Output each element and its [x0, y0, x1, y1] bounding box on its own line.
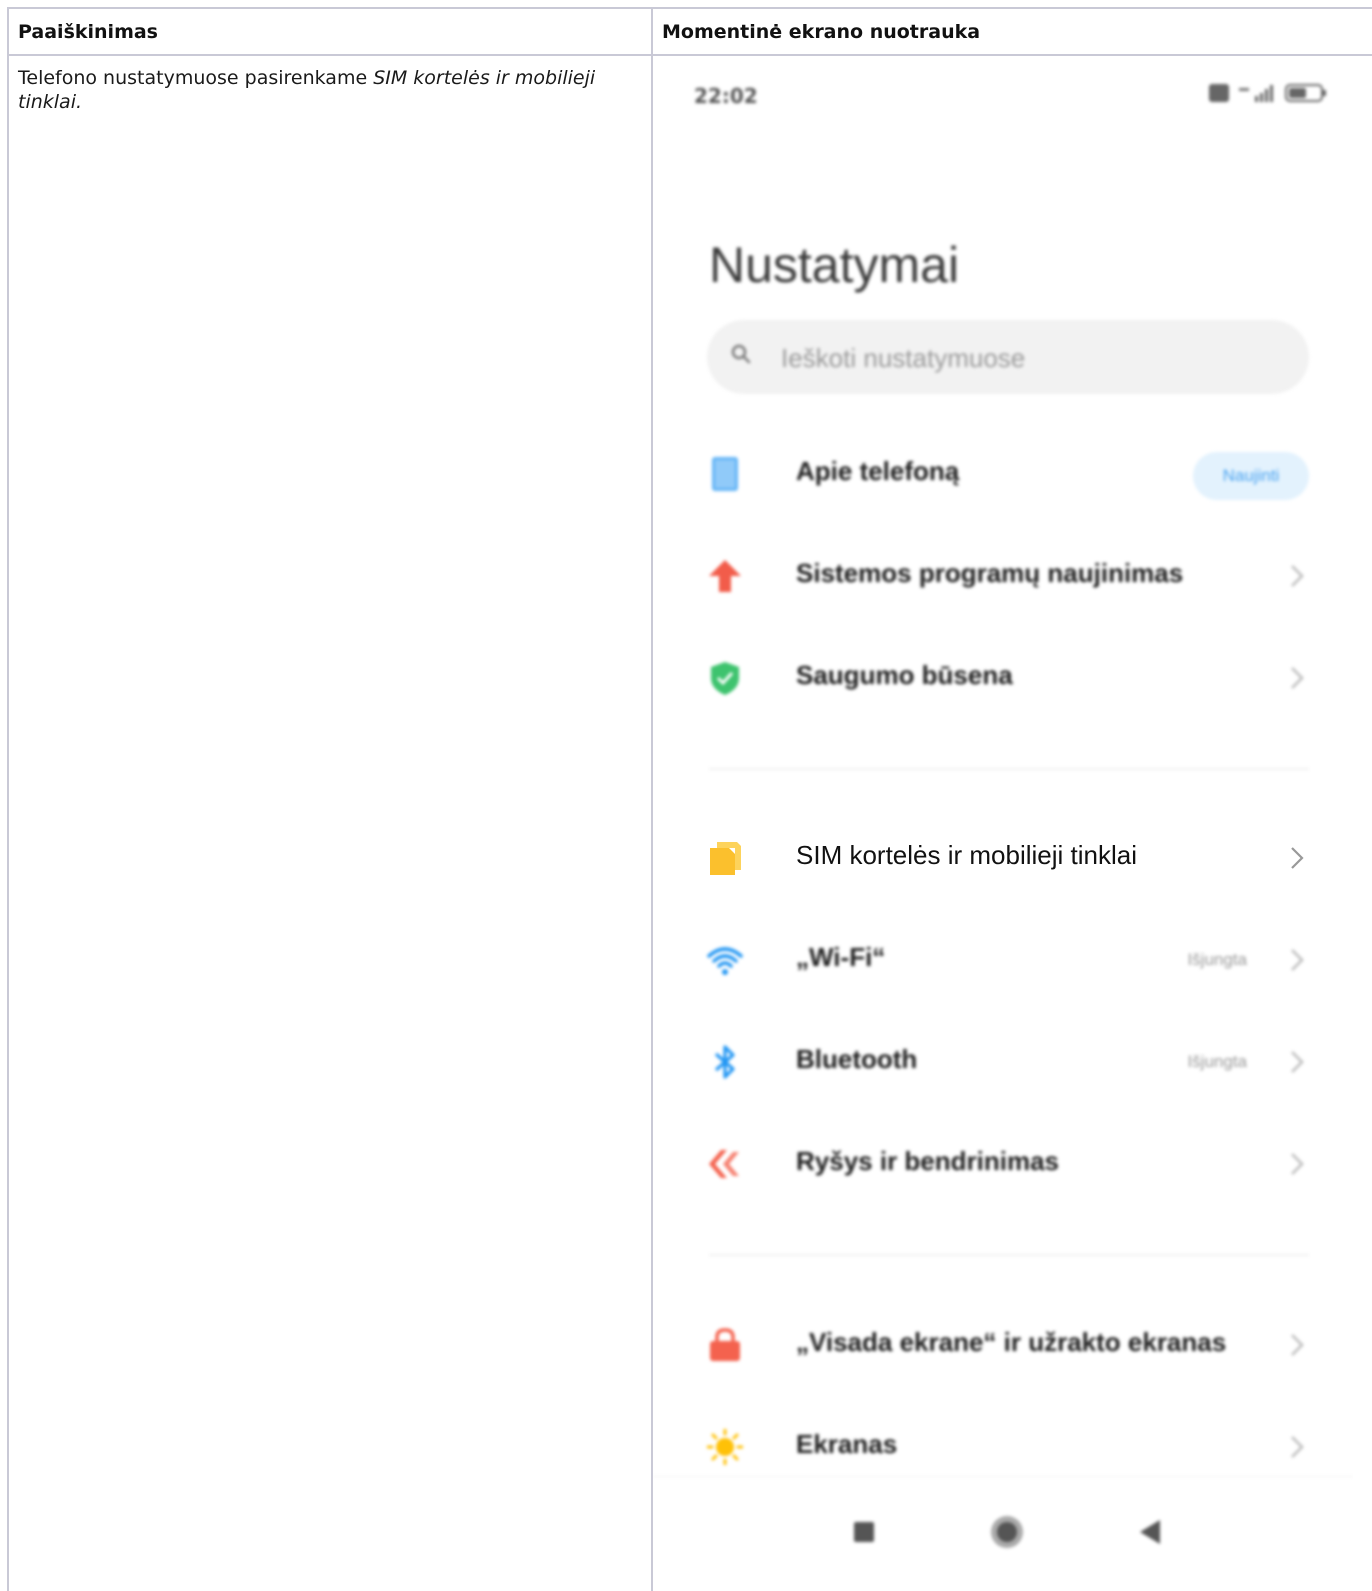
- settings-item-display[interactable]: Ekranas: [693, 1407, 1333, 1487]
- section-divider: [709, 1254, 1309, 1256]
- chevron-right-icon: [1291, 847, 1304, 869]
- chevron-right-icon: [1291, 667, 1304, 689]
- explanation-prefix: Telefono nustatymuose pasirenkame: [18, 67, 374, 89]
- sim-card-icon: [710, 842, 741, 875]
- home-circle-icon[interactable]: [987, 1512, 1027, 1552]
- settings-item-security-status[interactable]: Saugumo būsena: [693, 638, 1333, 718]
- explanation-text: Telefono nustatymuose pasirenkame SIM ko…: [18, 66, 638, 114]
- search-input[interactable]: [779, 336, 1283, 380]
- phone-screenshot: 22:02 Nustatymai Apie telefoną Nauji: [653, 56, 1353, 1591]
- lock-icon: [710, 1328, 740, 1361]
- chevron-right-icon: [1291, 1334, 1304, 1356]
- recents-square-icon[interactable]: [844, 1512, 884, 1552]
- header-screenshot: Momentinė ekrano nuotrauka: [662, 21, 981, 43]
- back-triangle-icon[interactable]: [1130, 1512, 1170, 1552]
- settings-item-label: Sistemos programų naujinimas: [796, 558, 1184, 588]
- sun-icon: [707, 1429, 743, 1465]
- sim-status-icon: [1209, 84, 1229, 102]
- status-icons: [1209, 84, 1326, 102]
- settings-item-label: Ryšys ir bendrinimas: [796, 1146, 1059, 1176]
- settings-item-label: „Visada ekrane“ ir užrakto ekranas: [796, 1327, 1227, 1357]
- wifi-status: Išjungta: [1187, 950, 1247, 969]
- settings-item-connection-sharing[interactable]: Ryšys ir bendrinimas: [693, 1124, 1333, 1204]
- shield-check-icon: [711, 662, 739, 695]
- header-explanation: Paaiškinimas: [18, 21, 158, 43]
- settings-item-label: Ekranas: [796, 1429, 898, 1459]
- section-divider: [709, 768, 1309, 770]
- settings-item-label: Saugumo būsena: [796, 660, 1013, 690]
- search-icon: [731, 344, 751, 364]
- battery-level: [1289, 88, 1306, 98]
- settings-item-bluetooth[interactable]: Bluetooth Išjungta: [693, 1022, 1333, 1102]
- settings-item-system-update[interactable]: Sistemos programų naujinimas: [693, 536, 1333, 616]
- settings-item-label: „Wi-Fi“: [796, 942, 886, 972]
- bluetooth-icon: [714, 1045, 735, 1079]
- chevron-right-icon: [1291, 1153, 1304, 1175]
- battery-icon: [1285, 84, 1326, 102]
- settings-item-label: Bluetooth: [796, 1044, 918, 1074]
- settings-item-lock-screen[interactable]: „Visada ekrane“ ir užrakto ekranas: [693, 1305, 1333, 1385]
- settings-item-sim-cards[interactable]: SIM kortelės ir mobilieji tinklai: [693, 818, 1333, 898]
- chevron-right-icon: [1291, 565, 1304, 587]
- signal-icon: [1239, 85, 1273, 102]
- chevron-right-icon: [1291, 1051, 1304, 1073]
- settings-item-label: SIM kortelės ir mobilieji tinklai: [796, 840, 1137, 870]
- chevron-right-icon: [1291, 949, 1304, 971]
- settings-title: Nustatymai: [709, 237, 960, 293]
- status-time: 22:02: [694, 84, 758, 108]
- search-bar[interactable]: [707, 320, 1309, 394]
- share-connection-icon: [709, 1150, 739, 1178]
- settings-item-about-phone[interactable]: Apie telefoną Naujinti: [693, 434, 1333, 514]
- settings-item-wifi[interactable]: „Wi-Fi“ Išjungta: [693, 920, 1333, 1000]
- settings-item-label: Apie telefoną: [796, 456, 960, 486]
- wifi-icon: [707, 947, 743, 975]
- bluetooth-status: Išjungta: [1187, 1052, 1247, 1071]
- update-badge[interactable]: Naujinti: [1193, 452, 1309, 500]
- navigation-bar: [653, 1476, 1353, 1591]
- arrow-up-icon: [709, 560, 741, 592]
- chevron-right-icon: [1291, 1436, 1304, 1458]
- phone-icon: [712, 457, 738, 491]
